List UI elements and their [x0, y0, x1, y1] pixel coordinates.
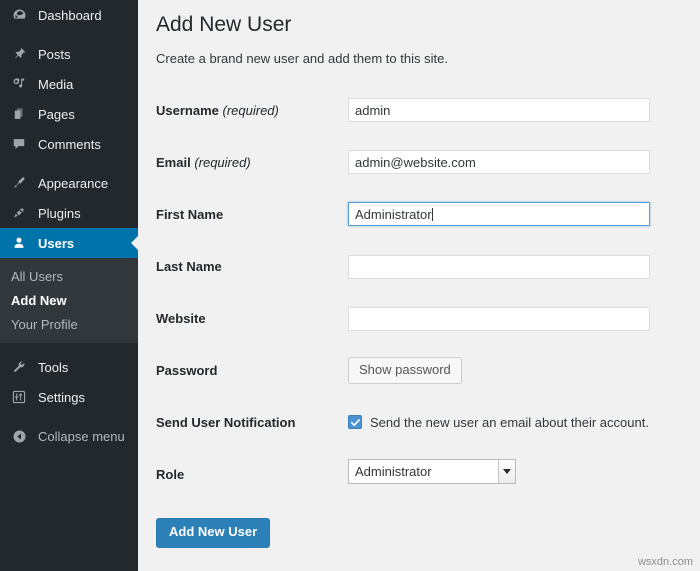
text-cursor [431, 207, 433, 221]
chevron-down-icon[interactable] [498, 460, 515, 484]
add-user-form: Username (required) admin Email (require… [156, 84, 671, 500]
role-select-value: Administrator [355, 464, 432, 480]
website-input[interactable] [348, 306, 650, 331]
email-required-note: (required) [194, 154, 251, 170]
form-row-send-notification: Send User Notification Send the new user… [156, 396, 671, 448]
users-submenu: All Users Add New Your Profile [0, 258, 138, 343]
sidebar-separator [0, 412, 138, 421]
sidebar-item-appearance[interactable]: Appearance [0, 168, 138, 198]
website-label: Website [156, 292, 348, 344]
brush-icon [9, 173, 29, 193]
send-notification-row: Send the new user an email about their a… [348, 415, 671, 430]
collapse-menu-label: Collapse menu [38, 428, 125, 444]
page-title: Add New User [156, 13, 292, 36]
show-password-button[interactable]: Show password [348, 357, 462, 384]
pages-icon [9, 104, 29, 124]
sidebar-subitem-all-users[interactable]: All Users [0, 264, 138, 288]
wrench-icon [9, 357, 29, 377]
password-label: Password [156, 344, 348, 396]
pin-icon [9, 44, 29, 64]
email-label-text: Email [156, 154, 191, 170]
last-name-label-text: Last Name [156, 258, 222, 274]
dashboard-icon [9, 5, 29, 25]
sidebar-item-label: Media [38, 76, 74, 92]
last-name-label: Last Name [156, 240, 348, 292]
send-notification-checkbox[interactable] [348, 415, 362, 430]
user-icon [9, 233, 29, 253]
send-notification-label: Send User Notification [156, 396, 348, 448]
add-new-user-button[interactable]: Add New User [156, 518, 271, 548]
role-label-text: Role [156, 466, 185, 482]
media-icon [9, 74, 29, 94]
email-label: Email (required) [156, 136, 348, 188]
sidebar-item-dashboard[interactable]: Dashboard [0, 0, 138, 30]
role-select[interactable]: Administrator [348, 459, 516, 485]
form-row-last-name: Last Name [156, 240, 671, 292]
sidebar-item-label: Users [38, 235, 75, 251]
email-input-value: admin@website.com [355, 154, 476, 170]
last-name-input[interactable] [348, 254, 650, 279]
form-row-password: Password Show password [156, 344, 671, 396]
username-input-value: admin [355, 102, 391, 118]
collapse-arrow-icon [9, 426, 29, 446]
sidebar-item-label: Tools [38, 359, 69, 375]
sidebar-item-media[interactable]: Media [0, 69, 138, 99]
sidebar-separator [0, 30, 138, 39]
sidebar-subitem-label: Your Profile [11, 316, 78, 332]
comments-icon [9, 134, 29, 154]
sidebar-item-comments[interactable]: Comments [0, 129, 138, 159]
sidebar-item-label: Dashboard [38, 7, 102, 23]
sidebar-item-posts[interactable]: Posts [0, 39, 138, 69]
submit-row: Add New User [156, 500, 700, 548]
first-name-input[interactable]: Administrator [348, 202, 650, 227]
sidebar-separator [0, 159, 138, 168]
sidebar-item-tools[interactable]: Tools [0, 352, 138, 382]
first-name-label: First Name [156, 188, 348, 240]
watermark: wsxdn.com [637, 556, 693, 568]
username-label: Username (required) [156, 84, 348, 136]
password-label-text: Password [156, 362, 218, 378]
sidebar-item-label: Settings [38, 389, 85, 405]
sidebar-item-plugins[interactable]: Plugins [0, 198, 138, 228]
form-row-website: Website [156, 292, 671, 344]
sidebar-item-label: Posts [38, 46, 71, 62]
sidebar-item-label: Comments [38, 136, 101, 152]
send-notification-label-text: Send User Notification [156, 414, 296, 430]
sidebar-subitem-label: All Users [11, 268, 64, 284]
username-input[interactable]: admin [348, 98, 650, 123]
sidebar-subitem-add-new[interactable]: Add New [0, 288, 138, 312]
first-name-input-value: Administrator [355, 206, 432, 222]
sidebar-item-users[interactable]: Users [0, 228, 138, 258]
sliders-icon [9, 387, 29, 407]
main-content: Add New User Create a brand new user and… [138, 0, 700, 571]
send-notification-checkbox-label[interactable]: Send the new user an email about their a… [370, 415, 649, 430]
page-description: Create a brand new user and add them to … [156, 51, 448, 67]
form-row-role: Role Administrator [156, 448, 671, 500]
form-row-first-name: First Name Administrator [156, 188, 671, 240]
sidebar-item-settings[interactable]: Settings [0, 382, 138, 412]
sidebar-item-pages[interactable]: Pages [0, 99, 138, 129]
collapse-menu-button[interactable]: Collapse menu [0, 421, 138, 451]
sidebar-item-label: Plugins [38, 205, 81, 221]
sidebar-item-label: Pages [38, 106, 75, 122]
username-required-note: (required) [222, 102, 279, 118]
first-name-label-text: First Name [156, 206, 224, 222]
chevron-down-triangle [503, 469, 511, 475]
email-input[interactable]: admin@website.com [348, 150, 650, 175]
current-menu-arrow [131, 235, 138, 251]
sidebar-separator [0, 343, 138, 352]
website-label-text: Website [156, 310, 206, 326]
admin-sidebar: Dashboard Posts Media Pages Comments App… [0, 0, 138, 571]
username-label-text: Username [156, 102, 219, 118]
sidebar-subitem-your-profile[interactable]: Your Profile [0, 312, 138, 336]
role-label: Role [156, 448, 348, 500]
form-row-email: Email (required) admin@website.com [156, 136, 671, 188]
form-row-username: Username (required) admin [156, 84, 671, 136]
sidebar-item-label: Appearance [38, 175, 109, 191]
plug-icon [9, 203, 29, 223]
sidebar-subitem-label: Add New [11, 292, 67, 308]
